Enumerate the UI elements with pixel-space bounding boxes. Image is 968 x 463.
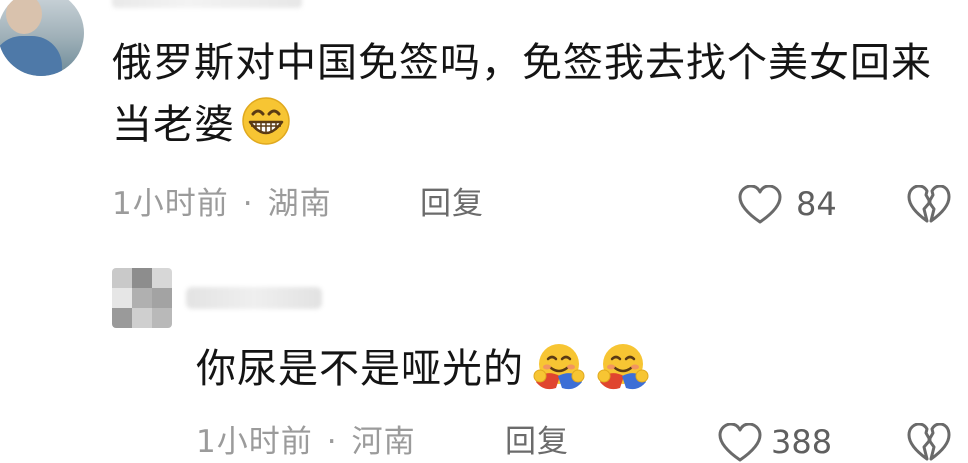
comment-text: 俄罗斯对中国免签吗，免签我去找个美女回来当老婆: [112, 32, 932, 156]
meta-separator: ·: [326, 424, 338, 460]
comment-location: 湖南: [267, 186, 332, 222]
hugging-face-emoji-icon: [533, 344, 585, 390]
avatar-head: [6, 0, 42, 34]
user-avatar[interactable]: [0, 0, 84, 76]
comment-meta: 1小时前 · 湖南: [112, 184, 332, 224]
heart-outline-icon[interactable]: [738, 185, 782, 225]
comment-time: 1小时前: [112, 186, 229, 222]
like-count: 388: [771, 423, 833, 461]
comment-text: 你尿是不是哑光的: [196, 338, 652, 400]
comment-meta: 1小时前 · 河南: [196, 422, 416, 462]
user-avatar-pixelated[interactable]: [112, 268, 172, 328]
hugging-face-emoji-icon: [597, 344, 649, 390]
comment-time: 1小时前: [196, 424, 313, 460]
avatar-shirt: [0, 36, 62, 76]
reply-button[interactable]: 回复: [420, 184, 484, 224]
meta-separator: ·: [242, 186, 254, 222]
blurred-username: [112, 0, 302, 8]
comment-text-body: 你尿是不是哑光的: [196, 346, 524, 392]
like-count: 84: [796, 185, 837, 223]
comment-location: 河南: [351, 424, 416, 460]
grinning-face-emoji-icon: [242, 97, 290, 145]
reply-button[interactable]: 回复: [505, 422, 569, 462]
heart-outline-icon[interactable]: [718, 423, 762, 463]
broken-heart-icon[interactable]: [907, 423, 951, 463]
comment-text-body: 俄罗斯对中国免签吗，免签我去找个美女回来当老婆: [112, 40, 932, 148]
blurred-username: [186, 287, 322, 309]
broken-heart-icon[interactable]: [907, 185, 951, 225]
